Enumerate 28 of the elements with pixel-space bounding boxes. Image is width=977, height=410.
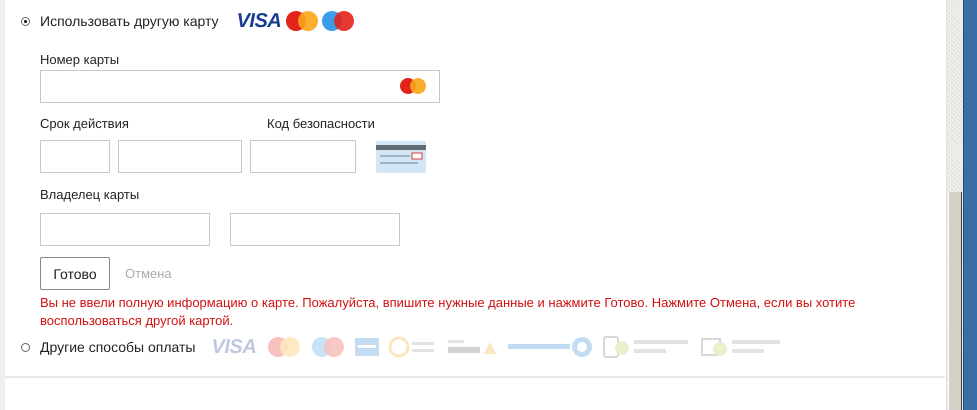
field-label: Срок действия <box>40 116 130 132</box>
card-back-icon <box>376 140 426 172</box>
security-code-field[interactable] <box>250 140 356 173</box>
done-button[interactable]: Готово <box>40 257 110 290</box>
card-logo-icon <box>285 10 320 32</box>
wallet-logo-icon <box>506 335 594 359</box>
card-logo-icon <box>266 336 302 358</box>
field-label: Код безопасности <box>267 116 375 132</box>
field-label: Номер карты <box>40 52 120 68</box>
error-message: Вы не ввели полную информацию о карте. Пожалуйста, впишите нужные данные и нажмите Готово. Нажмите Отмена, если вы хотите воспользоваться другой картой. <box>40 294 856 330</box>
expiry-month-field[interactable] <box>40 140 110 173</box>
card-logo-icon <box>354 337 380 357</box>
field-label: Владелец карты <box>40 187 140 203</box>
scrollbar[interactable] <box>946 0 963 410</box>
visa-logo: VISA <box>211 336 256 358</box>
card-logo-icon <box>397 76 429 96</box>
first-name-field[interactable] <box>40 213 210 246</box>
card-logo-icon <box>310 336 346 358</box>
option-label: Использовать другую карту <box>40 13 219 29</box>
radio-button[interactable] <box>21 342 30 352</box>
expiry-year-field[interactable] <box>118 140 242 173</box>
last-name-field[interactable] <box>230 213 400 246</box>
visa-logo: VISA <box>236 10 282 32</box>
radio-button[interactable] <box>21 16 30 26</box>
option-label: Другие способы оплаты <box>40 339 196 355</box>
card-number-field[interactable] <box>40 70 440 103</box>
scrollbar-thumb[interactable] <box>948 192 962 410</box>
card-logo-icon <box>321 10 356 32</box>
